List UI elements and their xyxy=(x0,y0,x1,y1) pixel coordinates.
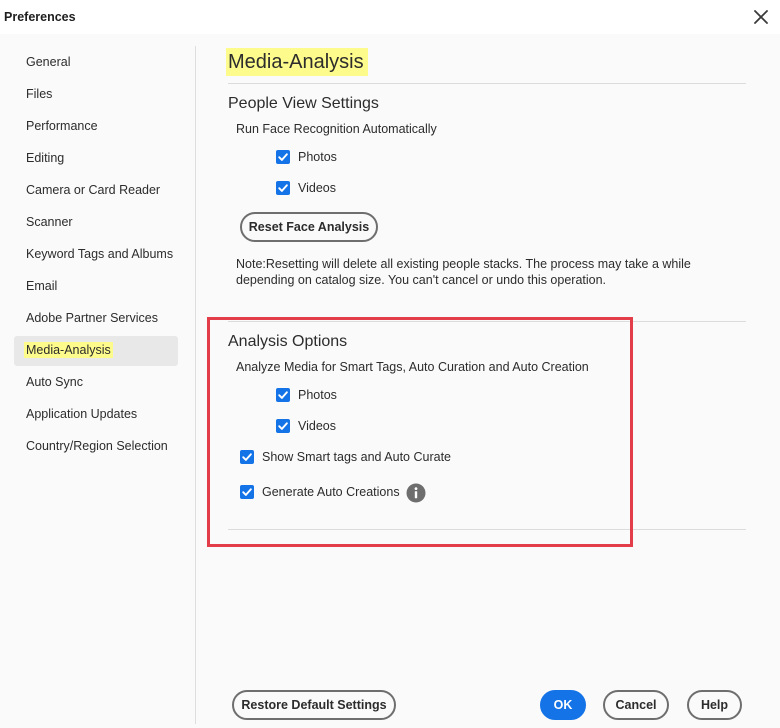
reset-face-analysis-button[interactable]: Reset Face Analysis xyxy=(240,212,378,242)
sidebar-item-scanner[interactable]: Scanner xyxy=(14,208,178,238)
help-button[interactable]: Help xyxy=(687,690,742,720)
divider xyxy=(228,83,746,84)
face-photos-label: Photos xyxy=(298,150,337,164)
checkmark-icon xyxy=(278,184,288,192)
sidebar-item-country-region-selection[interactable]: Country/Region Selection xyxy=(14,432,178,462)
sidebar-divider xyxy=(195,46,196,724)
sidebar-item-camera-or-card-reader[interactable]: Camera or Card Reader xyxy=(14,176,178,206)
close-button[interactable] xyxy=(750,6,772,28)
sidebar-item-label: Performance xyxy=(26,119,98,133)
sidebar-item-label: Adobe Partner Services xyxy=(26,311,159,325)
sidebar-item-auto-sync[interactable]: Auto Sync xyxy=(14,368,178,398)
sidebar-item-label: Application Updates xyxy=(26,407,138,421)
face-recognition-label: Run Face Recognition Automatically xyxy=(236,122,437,136)
sidebar-item-performance[interactable]: Performance xyxy=(14,112,178,142)
sidebar-item-adobe-partner-services[interactable]: Adobe Partner Services xyxy=(14,304,178,334)
sidebar-item-application-updates[interactable]: Application Updates xyxy=(14,400,178,430)
preferences-dialog: Preferences General Files Performance Ed… xyxy=(0,0,780,728)
sidebar-item-editing[interactable]: Editing xyxy=(14,144,178,174)
sidebar-item-label: Scanner xyxy=(26,215,73,229)
title-bar: Preferences xyxy=(0,0,780,34)
close-icon xyxy=(754,10,768,24)
page-title: Media-Analysis xyxy=(226,48,368,76)
people-view-settings-title: People View Settings xyxy=(228,95,379,112)
sidebar-item-files[interactable]: Files xyxy=(14,80,178,110)
face-photos-checkbox[interactable]: Photos xyxy=(276,149,346,167)
sidebar-item-email[interactable]: Email xyxy=(14,272,178,302)
sidebar-item-label: Files xyxy=(26,87,53,101)
face-videos-checkbox[interactable]: Videos xyxy=(276,180,346,198)
cancel-button[interactable]: Cancel xyxy=(603,690,669,720)
sidebar-item-keyword-tags-and-albums[interactable]: Keyword Tags and Albums xyxy=(14,240,178,270)
sidebar: General Files Performance Editing Camera… xyxy=(0,34,196,728)
sidebar-item-general[interactable]: General xyxy=(14,48,178,78)
reset-note: Note:Resetting will delete all existing … xyxy=(236,257,691,287)
sidebar-item-label: General xyxy=(26,55,71,69)
sidebar-item-label: Country/Region Selection xyxy=(26,439,168,453)
sidebar-item-media-analysis[interactable]: Media-Analysis xyxy=(14,336,178,366)
sidebar-item-label: Media-Analysis xyxy=(24,342,113,358)
face-videos-label: Videos xyxy=(298,181,336,195)
sidebar-item-label: Email xyxy=(26,279,58,293)
sidebar-item-label: Keyword Tags and Albums xyxy=(26,247,174,261)
restore-default-settings-button[interactable]: Restore Default Settings xyxy=(232,690,396,720)
ok-button[interactable]: OK xyxy=(540,690,586,720)
sidebar-item-label: Camera or Card Reader xyxy=(26,183,161,197)
checkbox[interactable] xyxy=(276,150,290,164)
annotation-highlight-box xyxy=(207,317,633,547)
sidebar-item-label: Auto Sync xyxy=(26,375,83,389)
dialog-title: Preferences xyxy=(4,10,76,24)
checkmark-icon xyxy=(278,153,288,161)
sidebar-item-label: Editing xyxy=(26,151,65,165)
checkbox[interactable] xyxy=(276,181,290,195)
